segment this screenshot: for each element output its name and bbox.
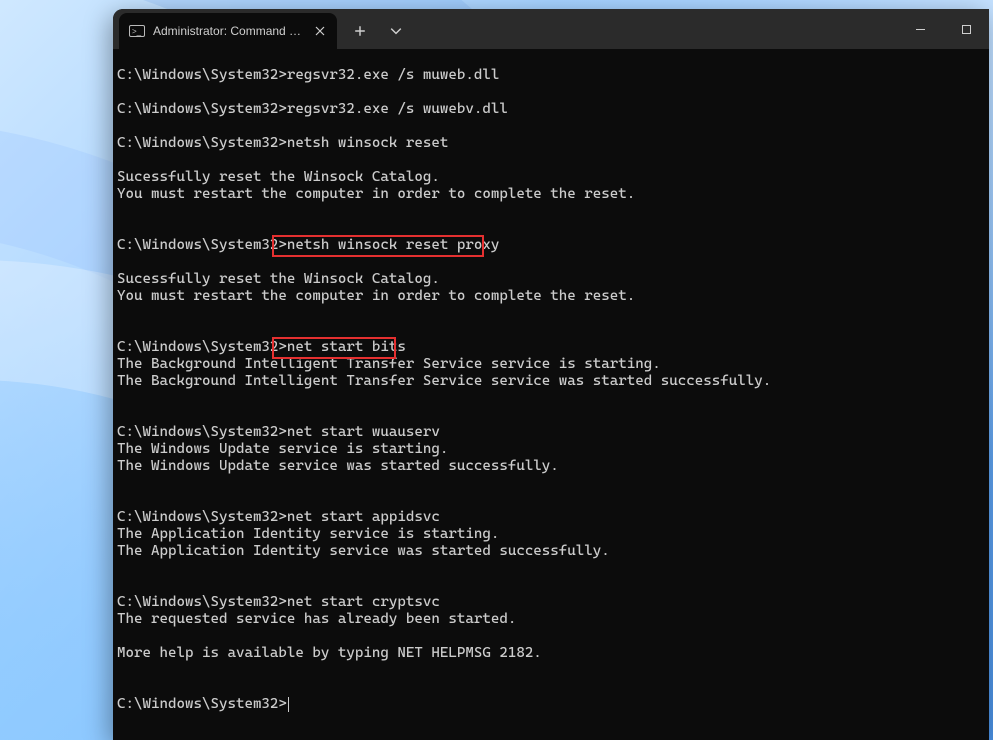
minimize-button[interactable] xyxy=(897,9,943,49)
terminal-command-line: C:\Windows\System32>regsvr32.exe /s wuwe… xyxy=(117,101,989,118)
terminal-blank-line xyxy=(117,475,989,492)
terminal-command-line: C:\Windows\System32>net start wuauserv xyxy=(117,424,989,441)
maximize-button[interactable] xyxy=(943,9,989,49)
terminal-output-line: The Application Identity service was sta… xyxy=(117,543,989,560)
terminal-output-line: You must restart the computer in order t… xyxy=(117,186,989,203)
terminal-blank-line xyxy=(117,322,989,339)
terminal-output-line: The Background Intelligent Transfer Serv… xyxy=(117,373,989,390)
terminal-blank-line xyxy=(117,628,989,645)
prompt: C:\Windows\System32> xyxy=(117,509,287,525)
terminal-blank-line xyxy=(117,560,989,577)
terminal-command-line: C:\Windows\System32>regsvr32.exe /s muwe… xyxy=(117,67,989,84)
terminal-output-line: The Background Intelligent Transfer Serv… xyxy=(117,356,989,373)
terminal-blank-line xyxy=(117,390,989,407)
terminal-output-line: The Application Identity service is star… xyxy=(117,526,989,543)
terminal-command-line: C:\Windows\System32>net start appidsvc xyxy=(117,509,989,526)
terminal-blank-line xyxy=(117,220,989,237)
command-text: net start appidsvc xyxy=(287,509,440,525)
tab-title: Administrator: Command Promp xyxy=(153,24,303,38)
terminal-output-line: The Windows Update service is starting. xyxy=(117,441,989,458)
prompt: C:\Windows\System32> xyxy=(117,339,287,355)
terminal-output-line: Sucessfully reset the Winsock Catalog. xyxy=(117,169,989,186)
desktop-background: >_ Administrator: Command Promp xyxy=(0,0,993,740)
terminal-blank-line xyxy=(117,407,989,424)
command-prompt-icon: >_ xyxy=(129,25,145,37)
terminal-blank-line xyxy=(117,305,989,322)
titlebar-drag-area[interactable] xyxy=(413,9,897,49)
terminal-command-line: C:\Windows\System32>net start cryptsvc xyxy=(117,594,989,611)
tab-dropdown-button[interactable] xyxy=(379,15,413,47)
terminal-command-line: C:\Windows\System32> xyxy=(117,696,989,713)
prompt: C:\Windows\System32> xyxy=(117,696,287,712)
prompt: C:\Windows\System32> xyxy=(117,594,287,610)
terminal-output-line: You must restart the computer in order t… xyxy=(117,288,989,305)
command-text: netsh winsock reset xyxy=(287,135,448,151)
terminal-blank-line xyxy=(117,254,989,271)
terminal-command-line: C:\Windows\System32>netsh winsock reset xyxy=(117,135,989,152)
new-tab-button[interactable] xyxy=(343,15,377,47)
terminal-command-line: C:\Windows\System32>net start bits xyxy=(117,339,989,356)
terminal-blank-line xyxy=(117,492,989,509)
terminal-blank-line xyxy=(117,118,989,135)
terminal-blank-line xyxy=(117,679,989,696)
prompt: C:\Windows\System32> xyxy=(117,101,287,117)
prompt: C:\Windows\System32> xyxy=(117,237,287,253)
terminal-blank-line xyxy=(117,662,989,679)
command-text: net start cryptsvc xyxy=(287,594,440,610)
prompt: C:\Windows\System32> xyxy=(117,135,287,151)
titlebar[interactable]: >_ Administrator: Command Promp xyxy=(113,9,989,49)
terminal-command-line: C:\Windows\System32>netsh winsock reset … xyxy=(117,237,989,254)
command-text: regsvr32.exe /s wuwebv.dll xyxy=(287,101,508,117)
command-text: netsh winsock reset proxy xyxy=(287,237,499,253)
terminal-output-line: The requested service has already been s… xyxy=(117,611,989,628)
terminal-output-line: More help is available by typing NET HEL… xyxy=(117,645,989,662)
prompt: C:\Windows\System32> xyxy=(117,67,287,83)
text-cursor xyxy=(288,697,290,712)
terminal-blank-line xyxy=(117,84,989,101)
terminal-output-line: Sucessfully reset the Winsock Catalog. xyxy=(117,271,989,288)
command-text: net start bits xyxy=(287,339,406,355)
terminal-blank-line xyxy=(117,203,989,220)
close-tab-button[interactable] xyxy=(311,22,329,40)
command-text: net start wuauserv xyxy=(287,424,440,440)
terminal-blank-line xyxy=(117,577,989,594)
command-text: regsvr32.exe /s muweb.dll xyxy=(287,67,499,83)
prompt: C:\Windows\System32> xyxy=(117,424,287,440)
terminal-window: >_ Administrator: Command Promp xyxy=(113,9,989,740)
terminal-output-line: The Windows Update service was started s… xyxy=(117,458,989,475)
tab-command-prompt[interactable]: >_ Administrator: Command Promp xyxy=(119,13,337,49)
terminal-blank-line xyxy=(117,152,989,169)
terminal-output[interactable]: C:\Windows\System32>regsvr32.exe /s muwe… xyxy=(113,49,989,740)
